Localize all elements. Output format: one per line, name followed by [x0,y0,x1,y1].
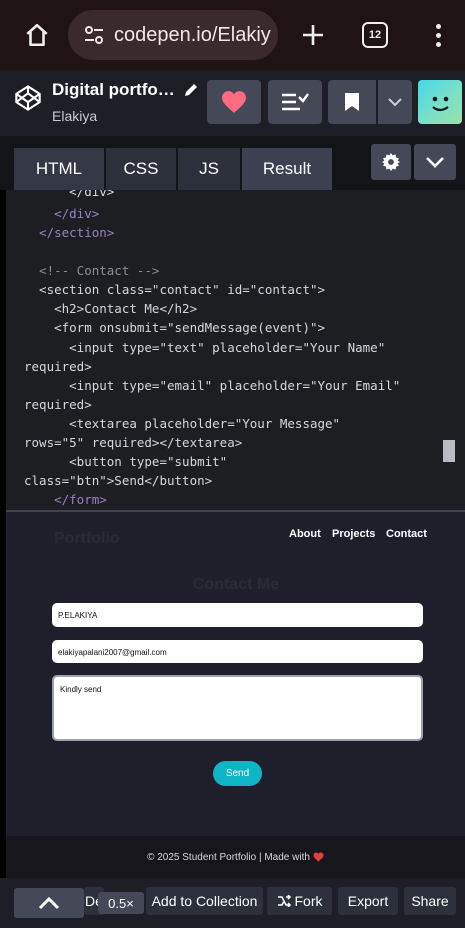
chevron-down-icon [426,157,444,168]
fork-button[interactable]: Fork [267,887,332,915]
bookmark-icon [345,93,359,111]
contact-heading: Contact Me [192,576,280,593]
edit-pencil-icon[interactable] [183,82,199,98]
gear-icon [381,152,401,172]
like-button[interactable] [207,80,261,124]
scroll-up-button[interactable] [14,888,84,918]
code-line: </form> [24,492,107,507]
pen-bottom-bar: De 0.5× Add to Collection Fork Export Sh… [0,878,465,928]
editor-tabs-row: HTML CSS JS Result [0,136,465,190]
code-line: <input type="email" placeholder="Your Em… [24,378,401,393]
export-button[interactable]: Export [338,887,398,915]
preview-nav-about[interactable]: About [289,528,321,540]
preview-footer: © 2025 Student Portfolio | Made with [6,836,465,878]
footer-text: © 2025 Student Portfolio | Made with [147,851,310,863]
url-text: codepen.io/Elakiy [114,23,271,46]
fork-icon [277,895,291,907]
code-line: <button type="submit" [24,454,228,469]
zoom-level[interactable]: 0.5× [98,892,144,914]
share-button[interactable]: Share [404,887,456,915]
tab-html[interactable]: HTML [14,148,104,190]
code-line: </div> [24,190,115,199]
codepen-logo-icon[interactable] [14,84,42,112]
preview-nav-logo[interactable]: Portfolio [54,530,120,548]
add-to-collection-button[interactable]: Add to Collection [146,887,263,915]
message-textarea[interactable]: Kindly send [52,675,423,741]
home-icon[interactable] [20,18,54,52]
browser-toolbar: codepen.io/Elakiy 12 [0,0,465,70]
collections-button[interactable] [268,80,322,124]
code-line: rows="5" required></textarea> [24,435,243,450]
pen-author[interactable]: Elakiya [52,108,97,124]
code-line: <section class="contact" id="contact"> [24,282,326,297]
send-button[interactable]: Send [213,761,262,786]
code-line: </div> [24,206,100,221]
code-scrollbar-thumb[interactable] [443,440,455,462]
site-settings-icon[interactable] [82,23,106,47]
codepen-header: Digital portfo… Elakiya [0,70,465,136]
fork-label: Fork [294,893,323,909]
list-check-icon [282,93,309,111]
settings-button[interactable] [371,144,411,180]
heart-icon [313,852,324,862]
pen-title[interactable]: Digital portfo… [52,80,175,100]
html-code-editor[interactable]: </div> </div> </section> <!-- Contact --… [6,190,465,510]
new-tab-icon[interactable] [296,18,330,52]
bookmark-dropdown-button[interactable] [378,80,412,124]
user-avatar[interactable] [418,80,462,124]
code-line: </section> [24,225,115,240]
chevron-down-icon [388,98,402,107]
heart-icon [222,91,246,113]
tab-result[interactable]: Result [242,148,332,190]
name-input[interactable]: P.ELAKIYA [52,603,423,627]
code-line: class="btn">Send</button> [24,473,213,488]
code-line: required> [24,359,92,374]
code-line: <form onsubmit="sendMessage(event)"> [24,320,326,335]
tab-switcher-button[interactable]: 12 [362,22,388,48]
address-bar[interactable]: codepen.io/Elakiy [68,10,278,60]
email-input[interactable]: elakiyapalani2007@gmail.com [52,640,423,663]
bookmark-button[interactable] [328,80,376,124]
code-line: required> [24,397,92,412]
preview-nav-projects[interactable]: Projects [332,528,375,540]
code-line: <input type="text" placeholder="Your Nam… [24,340,386,355]
tab-css[interactable]: CSS [106,148,176,190]
code-line: <h2>Contact Me</h2> [24,301,198,316]
editor-options-button[interactable] [414,144,456,180]
chevron-up-icon [38,896,60,910]
code-line: <textarea placeholder="Your Message" [24,416,341,431]
result-preview: Portfolio About Projects Contact Contact… [6,510,465,878]
preview-nav-contact[interactable]: Contact [386,528,427,540]
tab-js[interactable]: JS [178,148,240,190]
code-line: <!-- Contact --> [24,263,160,278]
more-menu-icon[interactable] [428,18,448,52]
